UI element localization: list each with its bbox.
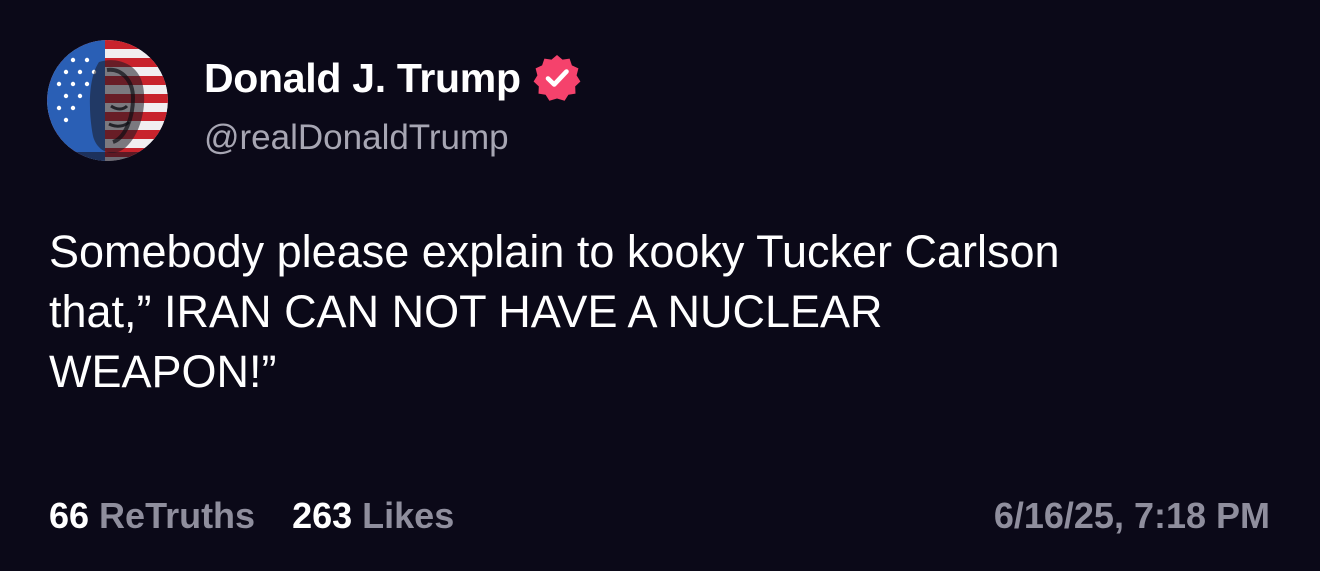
post-body-text: Somebody please explain to kooky Tucker … (49, 226, 1060, 397)
author-name-row[interactable]: Donald J. Trump (204, 52, 583, 104)
avatar[interactable] (47, 40, 168, 161)
retruths-stat[interactable]: 66 ReTruths (49, 494, 255, 538)
likes-label: Likes (362, 495, 455, 536)
retruths-label: ReTruths (99, 495, 256, 536)
post-timestamp: 6/16/25, 7:18 PM (993, 495, 1270, 536)
author-handle[interactable]: @realDonaldTrump (204, 116, 509, 160)
verified-badge-icon (531, 52, 583, 104)
retruths-count: 66 (49, 495, 90, 536)
likes-stat[interactable]: 263 Likes (292, 494, 454, 538)
post-stats: 66 ReTruths 263 Likes (49, 494, 491, 538)
likes-count: 263 (292, 495, 353, 536)
flag-portrait-avatar-icon (47, 40, 168, 161)
author-display-name[interactable]: Donald J. Trump (204, 53, 521, 103)
